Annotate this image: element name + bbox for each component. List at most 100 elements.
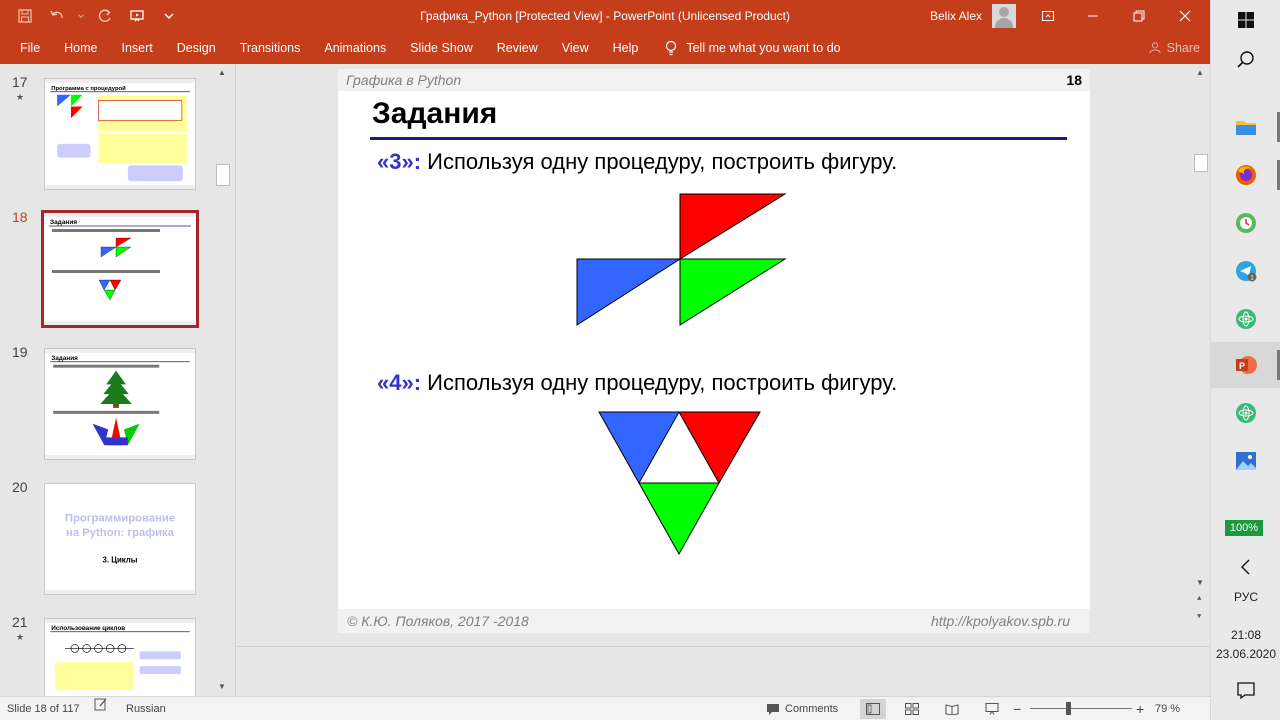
atom-app-button[interactable]	[1234, 307, 1258, 331]
slide-canvas[interactable]: Графика в Python 18 Задания «3»: Использ…	[338, 69, 1090, 633]
undo-dropdown[interactable]	[76, 3, 86, 29]
start-button[interactable]	[1234, 8, 1258, 32]
zoom-in-button[interactable]: +	[1136, 697, 1144, 720]
figure3-red-triangle[interactable]	[679, 193, 787, 260]
file-explorer-button[interactable]	[1234, 115, 1258, 139]
task-4-description: Используя одну процедуру, построить фигу…	[421, 370, 898, 395]
tab-transitions[interactable]: Transitions	[228, 32, 313, 64]
tab-animations[interactable]: Animations	[312, 32, 398, 64]
restore-button[interactable]	[1116, 0, 1162, 32]
powerpoint-icon: P	[1236, 356, 1257, 374]
powerpoint-button[interactable]: P	[1234, 353, 1258, 377]
task-4-text[interactable]: «4»: Используя одну процедуру, построить…	[377, 370, 897, 396]
zoom-out-button[interactable]: −	[1013, 697, 1021, 720]
share-label[interactable]: Share	[1167, 32, 1200, 64]
scroll-down-arrow-icon[interactable]: ▼	[1196, 578, 1204, 587]
thumbnail-line1: Программирование	[65, 512, 175, 524]
slideshow-from-start-button[interactable]	[124, 3, 150, 29]
scroll-up-arrow-icon[interactable]: ▲	[218, 68, 226, 77]
slide-counter[interactable]: Slide 18 of 117	[7, 697, 80, 720]
scrollbar-thumb[interactable]	[216, 164, 230, 186]
next-slide-icon[interactable]: ⯆	[1196, 612, 1202, 622]
slide-sorter-view-button[interactable]	[899, 699, 925, 719]
notes-pane-divider[interactable]	[237, 646, 1210, 647]
ribbon-display-options-button[interactable]	[1025, 0, 1071, 32]
zoom-slider[interactable]	[1030, 708, 1132, 709]
close-icon	[1179, 10, 1191, 22]
user-name[interactable]: Belix Alex	[930, 9, 982, 23]
zoom-level[interactable]: 79 %	[1155, 697, 1180, 720]
animation-star-icon: ★	[16, 632, 25, 642]
tab-design[interactable]: Design	[165, 32, 228, 64]
save-button[interactable]	[12, 3, 38, 29]
account-area[interactable]: Belix Alex	[930, 0, 1017, 32]
thumbnail-image[interactable]: Использование циклов	[44, 618, 196, 696]
notifications-button[interactable]	[1234, 678, 1258, 702]
thumbnail-image[interactable]: Программирование на Python: графика 3. Ц…	[44, 483, 196, 595]
atom-app-button-2[interactable]	[1234, 401, 1258, 425]
thumbnail-number: 17	[12, 74, 28, 90]
tab-slide-show[interactable]: Slide Show	[398, 32, 485, 64]
slide-sorter-icon	[905, 703, 919, 715]
scrollbar-thumb[interactable]	[1194, 154, 1208, 172]
tab-review[interactable]: Review	[485, 32, 550, 64]
tab-view[interactable]: View	[550, 32, 601, 64]
thumbnail-title: Программа с процедурой	[51, 85, 126, 92]
clock-time[interactable]: 21:08	[1211, 628, 1280, 642]
thumbnail-number: 18	[12, 209, 28, 225]
firefox-icon	[1236, 165, 1256, 185]
ribbon-display-icon	[1042, 11, 1054, 21]
thumbnail-image[interactable]: Задания	[44, 348, 196, 460]
slide-show-view-button[interactable]	[979, 699, 1005, 719]
thumbnail-image-selected[interactable]: Задания	[41, 210, 199, 328]
avatar[interactable]	[992, 4, 1017, 28]
tab-help[interactable]: Help	[601, 32, 651, 64]
figure4-green-triangle[interactable]	[638, 482, 720, 556]
language-indicator[interactable]: Russian	[126, 697, 166, 720]
app-button[interactable]	[1234, 211, 1258, 235]
telegram-button[interactable]: 1	[1234, 259, 1258, 283]
figure4-red-triangle[interactable]	[678, 411, 761, 485]
share-button[interactable]: Share	[1149, 32, 1200, 64]
customize-qat-button[interactable]	[156, 3, 182, 29]
presentation-icon	[130, 10, 144, 22]
tab-home[interactable]: Home	[52, 32, 109, 64]
thumbnail-image[interactable]: Программа с процедурой	[44, 78, 196, 190]
tell-me-text[interactable]: Tell me what you want to do	[686, 41, 840, 55]
telegram-icon: 1	[1236, 261, 1257, 282]
thumbnail-scrollbar[interactable]: ▲ ▼	[214, 64, 232, 696]
tab-file[interactable]: File	[0, 32, 52, 64]
scroll-up-arrow-icon[interactable]: ▲	[1196, 68, 1204, 77]
zoom-slider-handle[interactable]	[1066, 702, 1071, 715]
redo-button[interactable]	[92, 3, 118, 29]
chevron-down-icon	[78, 14, 84, 18]
clock-date[interactable]: 23.06.2020	[1211, 647, 1280, 661]
photos-button[interactable]	[1234, 449, 1258, 473]
comments-button[interactable]: Comments	[766, 697, 838, 720]
search-icon	[1237, 51, 1254, 68]
chevron-down-icon	[164, 13, 174, 19]
reading-view-button[interactable]	[939, 699, 965, 719]
undo-button[interactable]	[44, 3, 70, 29]
comments-label[interactable]: Comments	[785, 697, 838, 720]
battery-indicator[interactable]: 100%	[1225, 520, 1263, 536]
figure4-blue-triangle[interactable]	[598, 411, 680, 485]
figure3-green-triangle[interactable]	[679, 258, 787, 326]
previous-slide-icon[interactable]: ⯅	[1196, 594, 1202, 604]
normal-view-button[interactable]	[860, 699, 886, 719]
firefox-button[interactable]	[1234, 163, 1258, 187]
editor-scrollbar[interactable]: ▲ ▼ ⯅ ⯆	[1192, 64, 1210, 634]
minimize-button[interactable]	[1070, 0, 1116, 32]
scroll-down-arrow-icon[interactable]: ▼	[218, 682, 226, 691]
tab-insert[interactable]: Insert	[110, 32, 165, 64]
input-language[interactable]: РУС	[1211, 590, 1280, 604]
task-4-label: «4»:	[377, 370, 422, 395]
show-hidden-icons-button[interactable]	[1234, 555, 1258, 579]
search-button[interactable]	[1234, 48, 1258, 72]
close-button[interactable]	[1162, 0, 1208, 32]
slide-figures	[576, 193, 787, 556]
tell-me-search[interactable]: Tell me what you want to do	[650, 40, 841, 56]
redo-icon	[98, 9, 111, 22]
spelling-status[interactable]	[94, 697, 108, 711]
figure3-blue-triangle[interactable]	[576, 258, 682, 326]
